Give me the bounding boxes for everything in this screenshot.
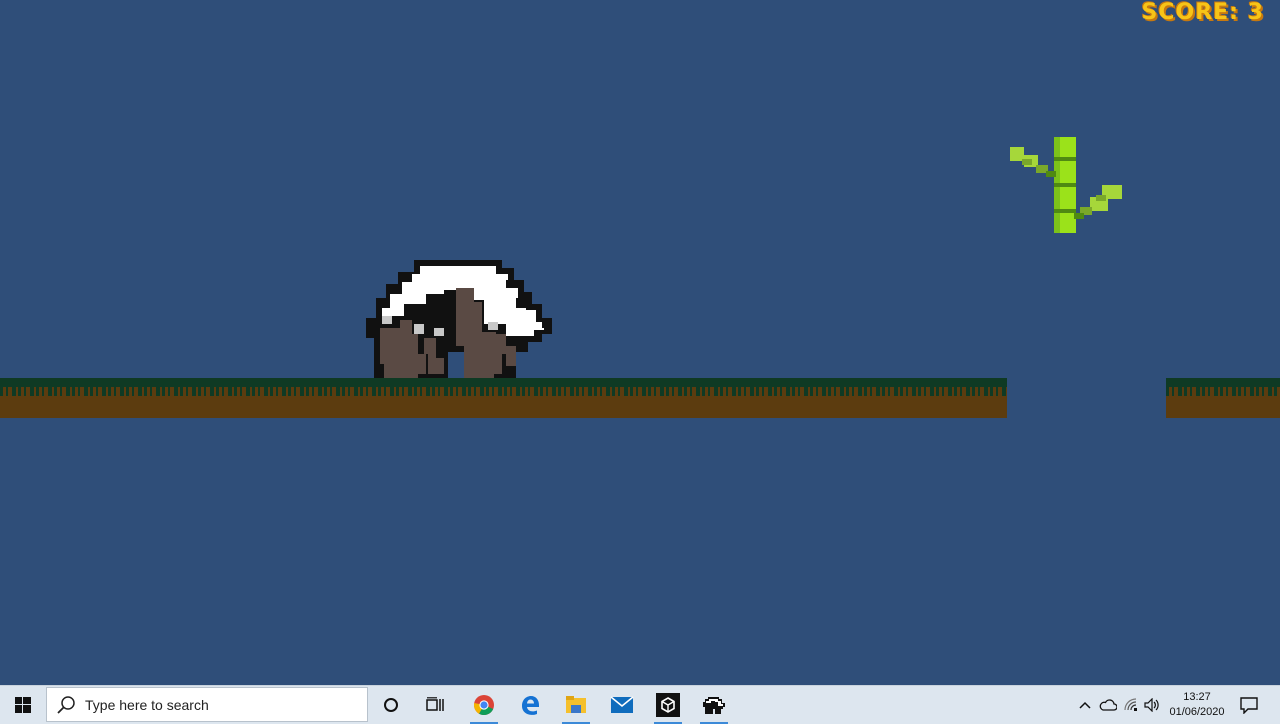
task-view-button[interactable] <box>416 686 454 724</box>
taskbar-app-unity[interactable] <box>648 686 688 724</box>
onedrive-tray-button[interactable] <box>1097 686 1119 724</box>
taskbar-search-box[interactable]: Type here to search <box>46 687 368 722</box>
show-hidden-icons-button[interactable] <box>1076 686 1094 724</box>
cortana-circle-icon <box>384 698 398 712</box>
panda-player <box>366 260 552 386</box>
ground-platform-right <box>1166 378 1280 418</box>
score-value: 3 <box>1247 0 1264 25</box>
panda-app-icon <box>703 697 725 714</box>
taskbar-app-edge[interactable] <box>510 686 550 724</box>
clock-time: 13:27 <box>1183 691 1211 703</box>
edge-icon <box>522 696 539 715</box>
bamboo-pickup <box>1010 137 1122 233</box>
taskbar-app-file-explorer[interactable] <box>556 686 596 724</box>
taskbar-app-chrome[interactable] <box>464 686 504 724</box>
start-button[interactable] <box>0 686 46 724</box>
wifi-icon <box>1124 698 1137 711</box>
search-placeholder: Type here to search <box>85 696 209 713</box>
taskbar-app-panda-game[interactable] <box>694 686 734 724</box>
network-tray-button[interactable] <box>1121 686 1141 724</box>
windows-logo-icon <box>15 697 31 713</box>
unity-icon <box>656 693 680 717</box>
volume-tray-button[interactable] <box>1142 686 1162 724</box>
score-display: SCORE: 3 <box>1142 0 1264 25</box>
game-canvas[interactable]: SCORE: 3 <box>0 0 1280 685</box>
chrome-icon <box>473 695 494 716</box>
mail-icon <box>610 696 634 713</box>
cloud-icon <box>1099 699 1117 711</box>
ground-platform-left <box>0 378 1007 418</box>
notification-icon <box>1240 697 1258 714</box>
action-center-button[interactable] <box>1234 686 1264 724</box>
score-label: SCORE: <box>1141 0 1240 25</box>
task-view-icon <box>426 697 444 711</box>
chevron-up-icon <box>1079 701 1091 709</box>
taskbar-app-mail[interactable] <box>602 686 642 724</box>
search-icon <box>57 695 75 714</box>
taskbar-clock[interactable]: 13:27 01/06/2020 <box>1163 686 1231 724</box>
taskbar: Type here to search 13:27 01/06/2020 <box>0 685 1280 724</box>
folder-icon <box>566 696 586 713</box>
cortana-button[interactable] <box>372 686 410 724</box>
clock-date: 01/06/2020 <box>1169 706 1225 718</box>
speaker-icon <box>1144 698 1159 712</box>
